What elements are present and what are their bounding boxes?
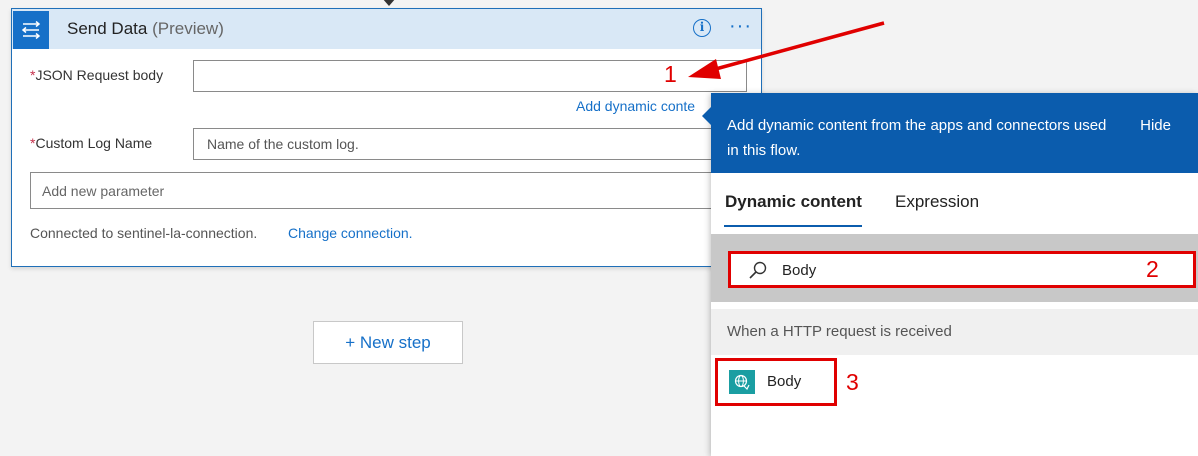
annotation-2: 2 xyxy=(1146,256,1159,282)
annotation-3: 3 xyxy=(846,369,859,395)
annotation-1: 1 xyxy=(664,61,677,87)
annotation-arrow xyxy=(688,21,885,79)
